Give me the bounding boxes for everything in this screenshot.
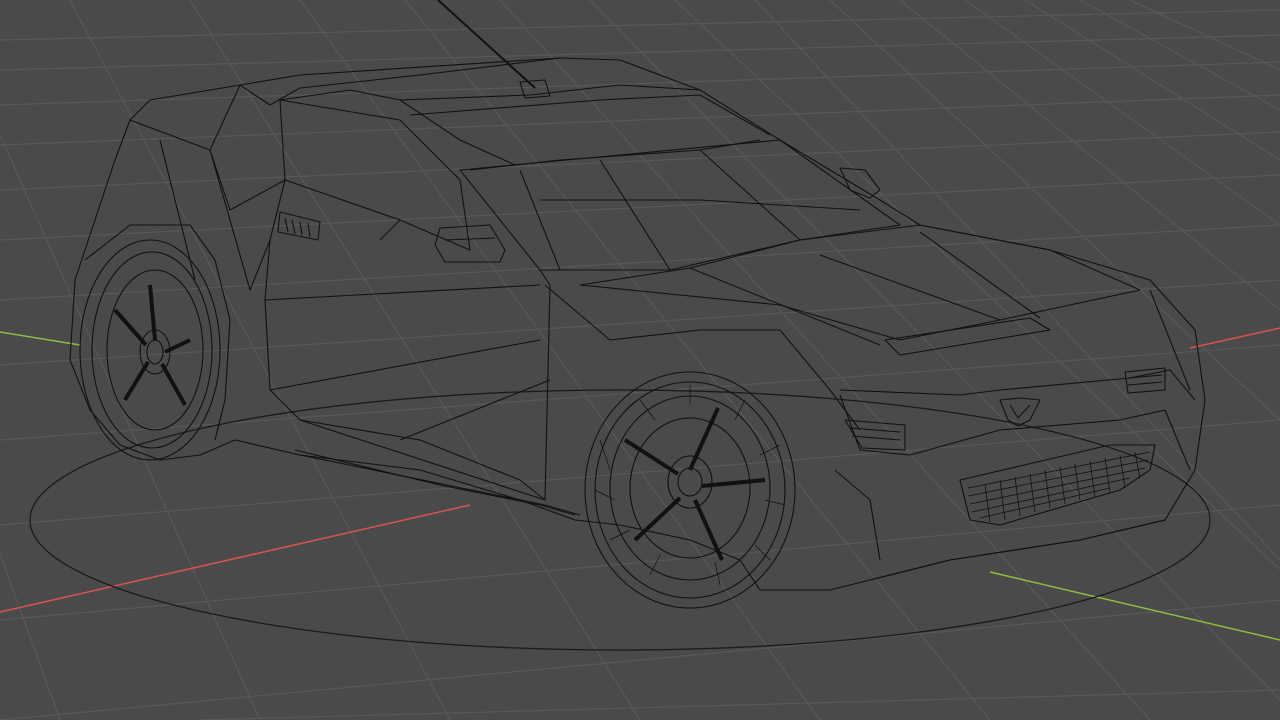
viewport-canvas[interactable] (0, 0, 1280, 720)
empty-circle (29, 389, 1211, 651)
3d-viewport[interactable] (0, 0, 1280, 720)
rear-wheel[interactable] (79, 239, 221, 461)
antenna (437, 0, 536, 89)
floor-grid (0, 0, 1280, 720)
front-wheel[interactable] (584, 371, 796, 609)
rear-wheel-arch (84, 224, 231, 441)
car-wireframe[interactable] (69, 57, 1206, 591)
